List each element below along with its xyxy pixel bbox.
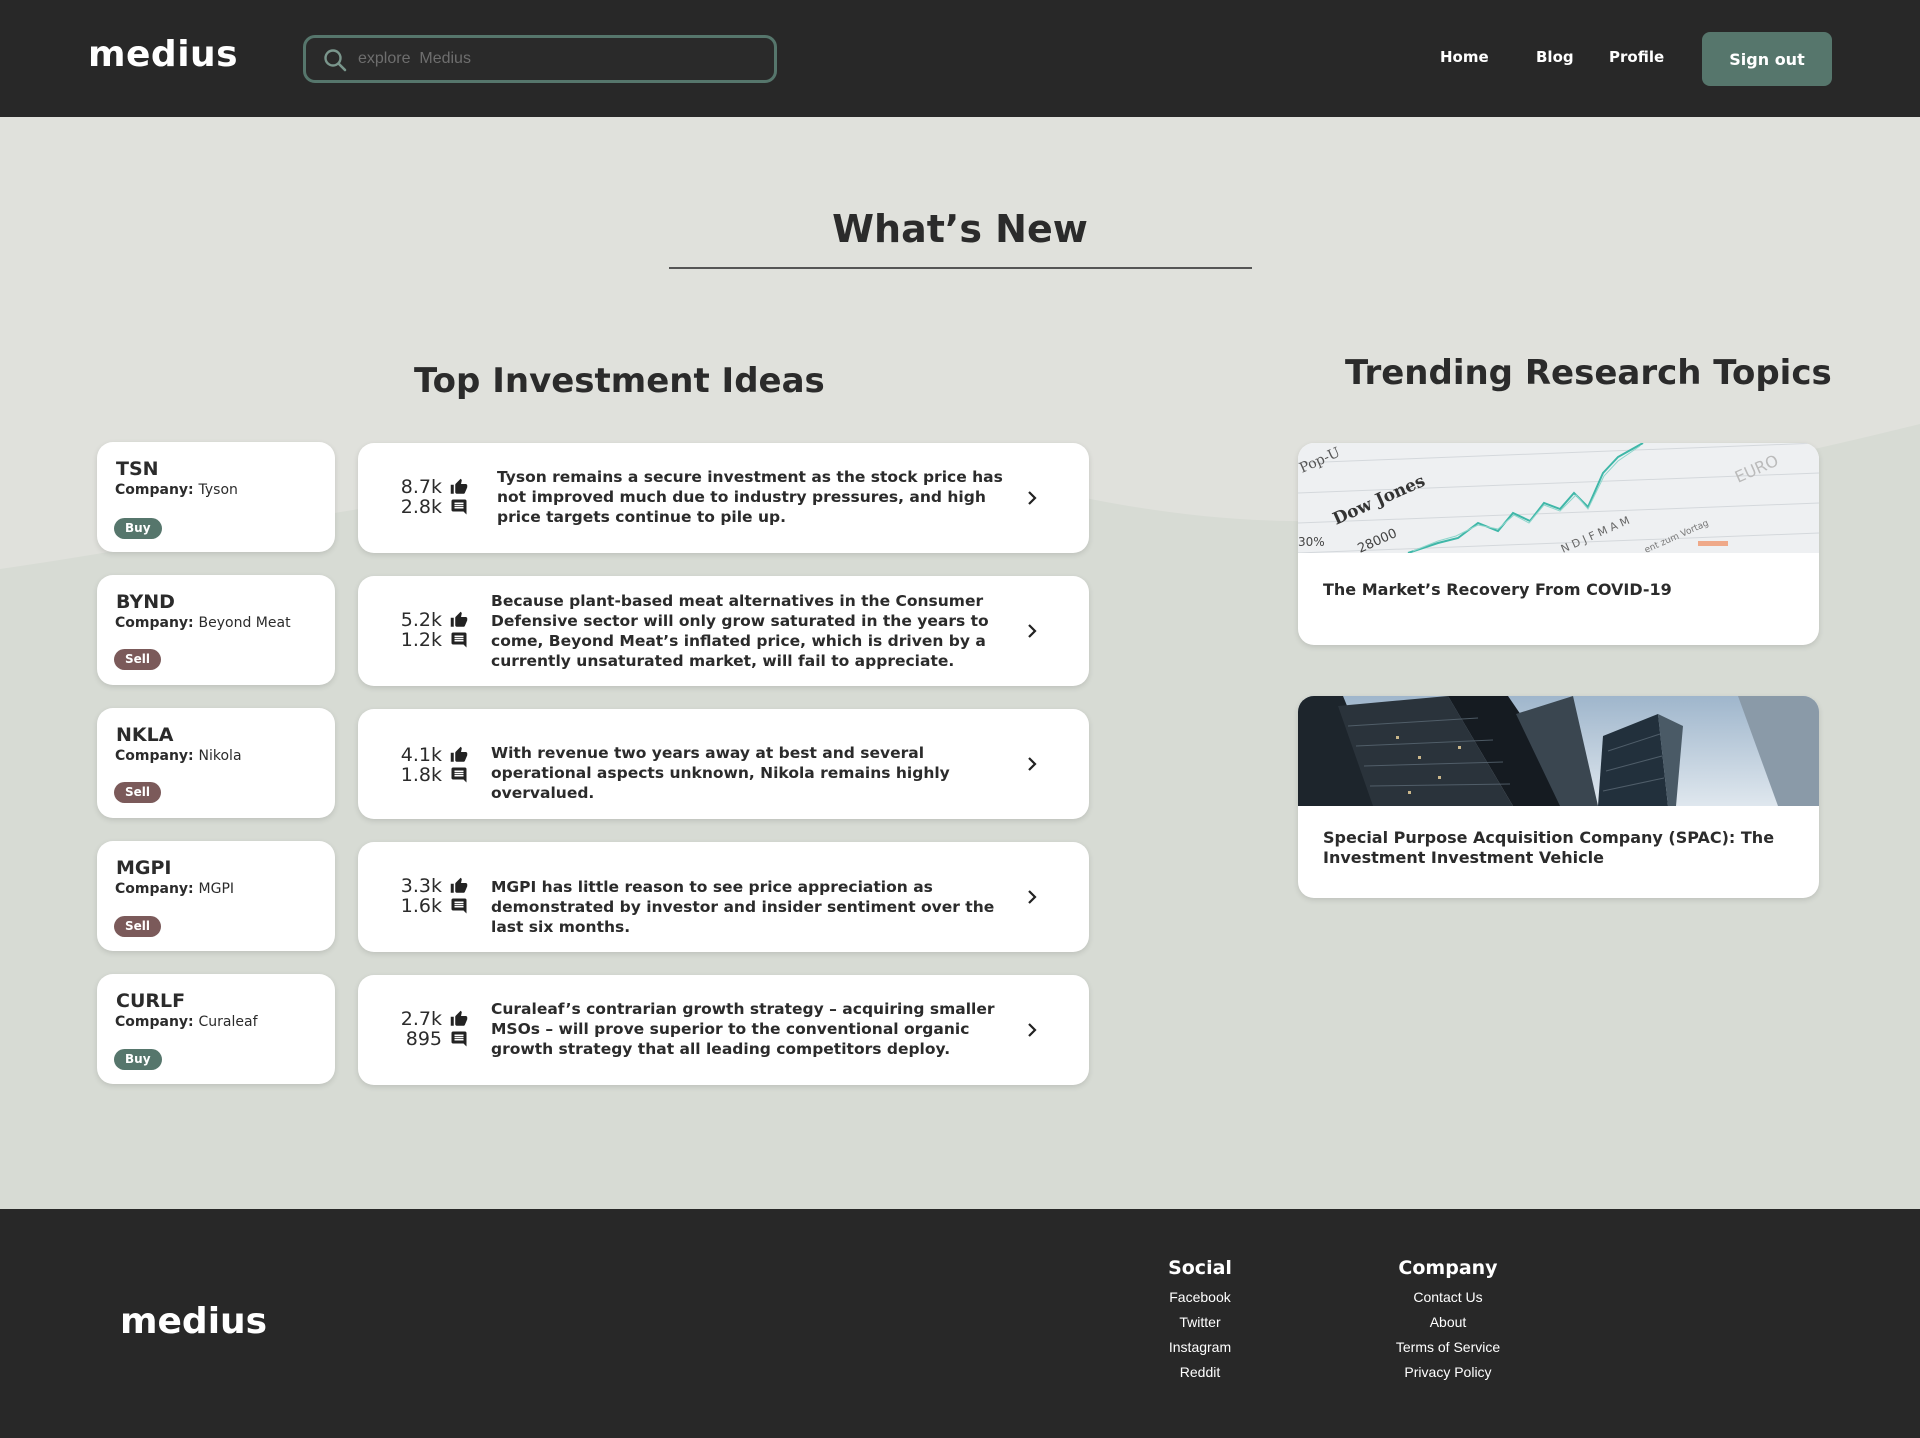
idea-card[interactable]: 5.2k 1.2k Because plant-based meat alter… (358, 576, 1089, 686)
likes-count: 8.7k (400, 476, 442, 498)
sign-out-button[interactable]: Sign out (1702, 32, 1832, 86)
skyscrapers-image (1298, 696, 1819, 806)
idea-summary: With revenue two years away at best and … (491, 744, 950, 802)
idea-card[interactable]: 8.7k 2.8k Tyson remains a secure investm… (358, 443, 1089, 553)
footer-link-privacy[interactable]: Privacy Policy (1338, 1360, 1558, 1385)
ticker-symbol: BYND (116, 591, 175, 613)
comments-count: 1.8k (400, 764, 442, 786)
ticker-card[interactable]: TSN Company: Tyson Buy (97, 442, 335, 552)
trending-topics-heading: Trending Research Topics (1345, 353, 1832, 393)
likes-count: 3.3k (400, 875, 442, 897)
footer: medius Social Facebook Twitter Instagram… (0, 1209, 1920, 1438)
top-nav-bar: medius Home Blog Profile Sign out (0, 0, 1920, 117)
thumbs-up-icon (450, 611, 468, 627)
ticker-symbol: NKLA (116, 724, 174, 746)
engagement-stats: 8.7k 2.8k (376, 476, 468, 518)
chevron-right-icon[interactable] (1024, 1022, 1040, 1038)
comment-icon (451, 632, 467, 648)
rating-badge: Sell (114, 782, 162, 803)
footer-link-instagram[interactable]: Instagram (1090, 1335, 1310, 1360)
footer-link-reddit[interactable]: Reddit (1090, 1360, 1310, 1385)
footer-logo[interactable]: medius (120, 1301, 267, 1342)
likes-count: 5.2k (400, 609, 442, 631)
ticker-card[interactable]: NKLA Company: Nikola Sell (97, 708, 335, 818)
comments-count: 1.6k (400, 895, 442, 917)
nav-home-link[interactable]: Home (1440, 48, 1489, 66)
rating-badge: Buy (114, 518, 162, 539)
ticker-card[interactable]: BYND Company: Beyond Meat Sell (97, 575, 335, 685)
top-ideas-heading: Top Investment Ideas (414, 361, 825, 401)
footer-link-about[interactable]: About (1338, 1310, 1558, 1335)
search-box[interactable] (303, 35, 777, 83)
idea-summary: Curaleaf’s contrarian growth strategy – … (491, 1000, 995, 1058)
company-name: Company: MGPI (115, 881, 235, 897)
thumbs-up-icon (450, 877, 468, 893)
thumbs-up-icon (450, 1010, 468, 1026)
topic-title: The Market’s Recovery From COVID-19 (1323, 580, 1672, 599)
footer-link-facebook[interactable]: Facebook (1090, 1285, 1310, 1310)
company-name: Company: Beyond Meat (115, 615, 291, 631)
footer-company-column: Company Contact Us About Terms of Servic… (1338, 1257, 1558, 1385)
logo[interactable]: medius (88, 34, 238, 75)
engagement-stats: 2.7k 895 (376, 1008, 468, 1050)
comment-icon (451, 1031, 467, 1047)
footer-social-column: Social Facebook Twitter Instagram Reddit (1090, 1257, 1310, 1385)
chevron-right-icon[interactable] (1024, 889, 1040, 905)
rating-badge: Sell (114, 649, 162, 670)
engagement-stats: 5.2k 1.2k (376, 609, 468, 651)
ticker-symbol: MGPI (116, 857, 172, 879)
idea-summary: Because plant-based meat alternatives in… (491, 592, 989, 670)
comments-count: 895 (405, 1028, 442, 1050)
comments-count: 2.8k (400, 496, 442, 518)
research-topic-card[interactable]: Special Purpose Acquisition Company (SPA… (1298, 696, 1819, 898)
ticker-symbol: TSN (116, 458, 159, 480)
dow-jones-chart-image: Dow Jones 28000 Pop-U 30% EURO N D J F M… (1298, 443, 1819, 553)
likes-count: 4.1k (400, 744, 442, 766)
ticker-symbol: CURLF (116, 990, 186, 1012)
footer-social-title: Social (1168, 1257, 1232, 1279)
ticker-card[interactable]: CURLF Company: Curaleaf Buy (97, 974, 335, 1084)
comment-icon (451, 499, 467, 515)
idea-card[interactable]: 4.1k 1.8k With revenue two years away at… (358, 709, 1089, 819)
chevron-right-icon[interactable] (1024, 623, 1040, 639)
svg-text:30%: 30% (1298, 535, 1325, 549)
company-name: Company: Curaleaf (115, 1014, 258, 1030)
heading-divider (669, 267, 1252, 269)
footer-company-title: Company (1398, 1257, 1498, 1279)
search-input[interactable] (358, 38, 758, 80)
main-content: What’s New Top Investment Ideas Trending… (0, 117, 1920, 1209)
engagement-stats: 4.1k 1.8k (376, 744, 468, 786)
footer-link-contact[interactable]: Contact Us (1338, 1285, 1558, 1310)
comment-icon (451, 767, 467, 783)
ticker-card[interactable]: MGPI Company: MGPI Sell (97, 841, 335, 951)
chevron-right-icon[interactable] (1024, 490, 1040, 506)
chevron-right-icon[interactable] (1024, 756, 1040, 772)
research-topic-card[interactable]: Dow Jones 28000 Pop-U 30% EURO N D J F M… (1298, 443, 1819, 645)
footer-link-twitter[interactable]: Twitter (1090, 1310, 1310, 1335)
idea-summary: MGPI has little reason to see price appr… (491, 878, 995, 936)
topic-title: Special Purpose Acquisition Company (SPA… (1323, 828, 1775, 867)
thumbs-up-icon (450, 478, 468, 494)
rating-badge: Sell (114, 916, 162, 937)
nav-blog-link[interactable]: Blog (1536, 48, 1574, 66)
idea-card[interactable]: 2.7k 895 Curaleaf’s contrarian growth st… (358, 975, 1089, 1085)
company-name: Company: Tyson (115, 482, 238, 498)
idea-summary: Tyson remains a secure investment as the… (497, 468, 1003, 526)
whats-new-heading: What’s New (832, 207, 1088, 251)
company-name: Company: Nikola (115, 748, 242, 764)
likes-count: 2.7k (400, 1008, 442, 1030)
engagement-stats: 3.3k 1.6k (376, 875, 468, 917)
search-icon (324, 49, 347, 72)
footer-link-terms[interactable]: Terms of Service (1338, 1335, 1558, 1360)
comment-icon (451, 898, 467, 914)
comments-count: 1.2k (400, 629, 442, 651)
rating-badge: Buy (114, 1049, 162, 1070)
thumbs-up-icon (450, 746, 468, 762)
idea-card[interactable]: 3.3k 1.6k MGPI has little reason to see … (358, 842, 1089, 952)
nav-profile-link[interactable]: Profile (1609, 48, 1664, 66)
